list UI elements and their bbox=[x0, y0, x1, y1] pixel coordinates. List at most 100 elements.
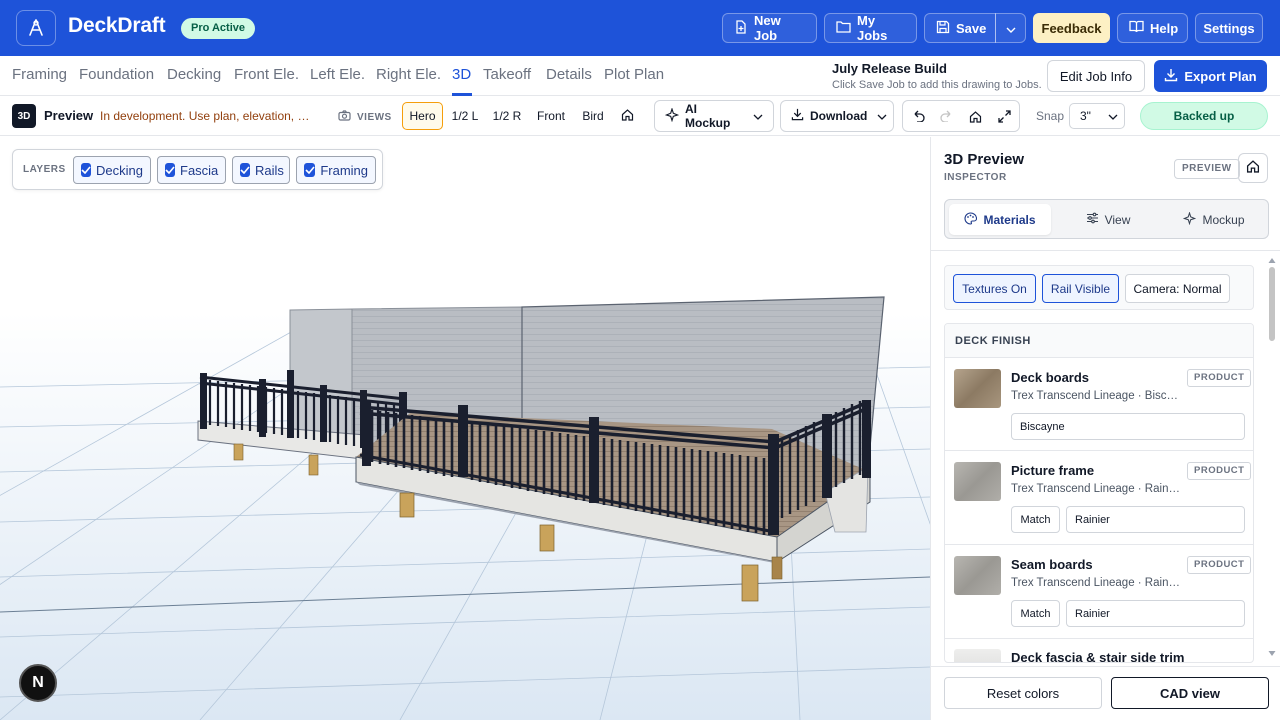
ai-mockup-label: AI Mockup bbox=[685, 102, 731, 130]
fullscreen-icon[interactable] bbox=[990, 101, 1019, 131]
snap-select[interactable]: 3" bbox=[1069, 103, 1125, 129]
deck-support-post bbox=[741, 564, 759, 602]
redo-icon[interactable] bbox=[932, 101, 961, 131]
new-job-button[interactable]: New Job bbox=[722, 13, 817, 43]
deck-boards-swatch[interactable] bbox=[954, 369, 1001, 408]
ai-mockup-dropdown[interactable]: AI Mockup bbox=[654, 100, 774, 132]
deck-support-post bbox=[539, 524, 555, 552]
tab-decking[interactable]: Decking bbox=[167, 66, 221, 83]
view-hero-button[interactable]: Hero bbox=[402, 102, 443, 130]
save-button[interactable]: Save bbox=[924, 13, 996, 43]
layers-label: LAYERS bbox=[23, 164, 66, 175]
tab-materials[interactable]: Materials bbox=[949, 204, 1051, 235]
undo-icon[interactable] bbox=[903, 101, 932, 131]
picture-frame-color-input[interactable]: Rainier bbox=[1066, 506, 1245, 533]
deck-support-post bbox=[399, 492, 415, 518]
tab-view[interactable]: View bbox=[1059, 204, 1157, 235]
my-jobs-label: My Jobs bbox=[857, 13, 888, 43]
app-name: DeckDraft bbox=[68, 14, 166, 37]
chevron-down-icon bbox=[753, 109, 763, 123]
logo-icon[interactable] bbox=[16, 10, 56, 46]
tab-takeoff[interactable]: Takeoff bbox=[483, 66, 531, 83]
layer-toggle-decking[interactable]: Decking bbox=[73, 156, 151, 184]
tab-3d[interactable]: 3D bbox=[452, 66, 471, 83]
seam-boards-color-input[interactable]: Rainier bbox=[1066, 600, 1245, 627]
home-icon bbox=[1246, 159, 1260, 178]
preview-badge: PREVIEW bbox=[1174, 159, 1240, 179]
layer-toggle-framing[interactable]: Framing bbox=[296, 156, 376, 184]
deck-finish-title: DECK FINISH bbox=[945, 324, 1253, 358]
new-job-label: New Job bbox=[754, 13, 781, 43]
material-name: Picture frame bbox=[1011, 463, 1095, 478]
views-label-group: VIEWS bbox=[338, 110, 392, 124]
material-product: Trex Transcend Lineage · Biscayne bbox=[1011, 390, 1181, 402]
development-note: In development. Use plan, elevation, and… bbox=[100, 109, 314, 123]
export-plan-button[interactable]: Export Plan bbox=[1154, 60, 1267, 92]
layer-label: Framing bbox=[320, 162, 368, 178]
chevron-down-icon bbox=[1006, 21, 1016, 36]
tab-left-elevation[interactable]: Left Ele. bbox=[310, 66, 365, 83]
tab-details[interactable]: Details bbox=[546, 66, 592, 83]
rail-visible-toggle[interactable]: Rail Visible bbox=[1042, 274, 1119, 303]
fascia-trim-swatch[interactable] bbox=[954, 649, 1001, 662]
tab-mockup[interactable]: Mockup bbox=[1163, 204, 1265, 235]
cad-view-button[interactable]: CAD view bbox=[1111, 677, 1269, 709]
scrollbar-thumb[interactable] bbox=[1269, 267, 1275, 341]
history-view-controls bbox=[902, 100, 1020, 132]
download-dropdown[interactable]: Download bbox=[780, 100, 894, 132]
tab-view-label: View bbox=[1104, 212, 1131, 227]
my-jobs-button[interactable]: My Jobs bbox=[824, 13, 917, 43]
export-plan-label: Export Plan bbox=[1184, 68, 1257, 84]
3d-viewport[interactable]: LAYERS Decking Fascia Rails Framing N bbox=[0, 137, 930, 720]
tab-right-elevation[interactable]: Right Ele. bbox=[376, 66, 441, 83]
sparkle-icon bbox=[1183, 210, 1197, 228]
settings-button[interactable]: Settings bbox=[1195, 13, 1263, 43]
tab-plot-plan[interactable]: Plot Plan bbox=[604, 66, 664, 83]
snap-label: Snap bbox=[1036, 109, 1065, 123]
new-file-icon bbox=[734, 19, 748, 37]
upper-deck-post bbox=[308, 454, 319, 476]
inspector-tabs: Materials View Mockup bbox=[944, 199, 1269, 239]
picture-frame-swatch[interactable] bbox=[954, 462, 1001, 501]
seam-boards-swatch[interactable] bbox=[954, 556, 1001, 595]
view-half-right-button[interactable]: 1/2 R bbox=[490, 102, 524, 130]
deck-boards-color-input[interactable]: Biscayne bbox=[1011, 413, 1245, 440]
layer-toggle-fascia[interactable]: Fascia bbox=[157, 156, 226, 184]
reset-colors-button[interactable]: Reset colors bbox=[944, 677, 1102, 709]
chevron-down-icon bbox=[877, 109, 887, 123]
download-label: Download bbox=[810, 109, 868, 123]
checkbox-checked-icon bbox=[240, 163, 250, 177]
deck-3d-render[interactable] bbox=[0, 137, 930, 720]
sparkle-icon bbox=[664, 106, 680, 125]
feedback-button[interactable]: Feedback bbox=[1033, 13, 1110, 43]
picture-frame-match-button[interactable]: Match bbox=[1011, 506, 1060, 533]
palette-icon bbox=[964, 211, 978, 228]
product-badge: PRODUCT bbox=[1187, 556, 1252, 574]
material-row-seam-boards: Seam boards Trex Transcend Lineage · Rai… bbox=[945, 545, 1253, 639]
view-front-button[interactable]: Front bbox=[533, 102, 569, 130]
save-options-button[interactable] bbox=[995, 13, 1026, 43]
seam-boards-match-button[interactable]: Match bbox=[1011, 600, 1060, 627]
home-icon bbox=[621, 108, 634, 124]
user-avatar[interactable]: N bbox=[19, 664, 57, 702]
tab-foundation[interactable]: Foundation bbox=[79, 66, 154, 83]
layer-toggle-rails[interactable]: Rails bbox=[232, 156, 290, 184]
tab-framing[interactable]: Framing bbox=[12, 66, 67, 83]
textures-toggle[interactable]: Textures On bbox=[953, 274, 1036, 303]
camera-mode-toggle[interactable]: Camera: Normal bbox=[1125, 274, 1230, 303]
inspector-home-button[interactable] bbox=[1238, 153, 1268, 183]
layer-label: Decking bbox=[96, 162, 143, 178]
release-subtitle: Click Save Job to add this drawing to Jo… bbox=[832, 79, 1042, 91]
top-bar: DeckDraft Pro Active New Job My Jobs Sav… bbox=[0, 0, 1280, 56]
edit-job-info-button[interactable]: Edit Job Info bbox=[1047, 60, 1145, 92]
checkbox-checked-icon bbox=[81, 163, 92, 177]
tab-front-elevation[interactable]: Front Ele. bbox=[234, 66, 299, 83]
home-icon[interactable] bbox=[961, 101, 990, 131]
view-home-button[interactable] bbox=[615, 102, 639, 130]
view-bird-button[interactable]: Bird bbox=[578, 102, 608, 130]
layer-label: Rails bbox=[255, 162, 284, 178]
view-half-left-button[interactable]: 1/2 L bbox=[448, 102, 482, 130]
help-button[interactable]: Help bbox=[1117, 13, 1188, 43]
material-name: Deck boards bbox=[1011, 370, 1090, 385]
tab-mockup-label: Mockup bbox=[1202, 212, 1245, 227]
